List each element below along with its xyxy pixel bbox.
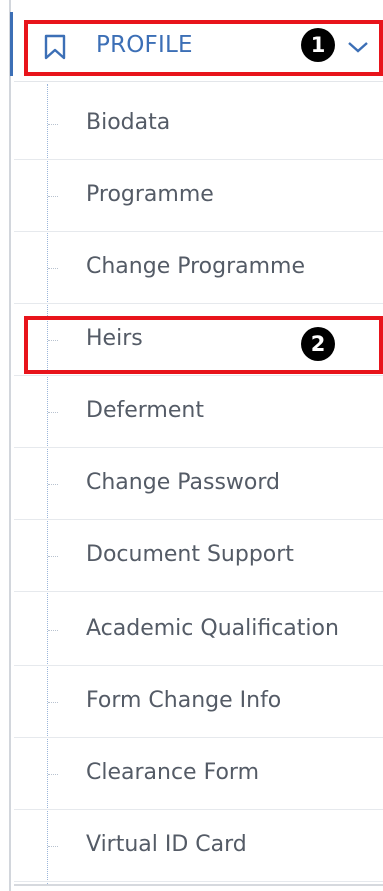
sidebar-menu: PROFILE Biodata Programme Change Program… — [0, 0, 383, 891]
tree-tick — [48, 124, 58, 125]
active-accent-bar — [10, 12, 13, 76]
step-marker-1: 1 — [301, 28, 335, 62]
tree-tick — [48, 846, 58, 847]
menu-item-label: Change Programme — [86, 254, 306, 279]
tree-tick — [48, 412, 58, 413]
menu-item-label: Document Support — [86, 542, 294, 567]
menu-item-biodata[interactable]: Biodata — [14, 88, 383, 160]
menu-item-label: Clearance Form — [86, 760, 260, 785]
sidebar-bottom-divider — [14, 884, 383, 886]
menu-item-virtual-id-card[interactable]: Virtual ID Card — [14, 810, 383, 882]
menu-item-programme[interactable]: Programme — [14, 160, 383, 232]
menu-item-change-programme[interactable]: Change Programme — [14, 232, 383, 304]
menu-item-change-password[interactable]: Change Password — [14, 448, 383, 520]
menu-item-label: Programme — [86, 182, 214, 207]
menu-item-label: Biodata — [86, 110, 171, 135]
menu-item-deferment[interactable]: Deferment — [14, 376, 383, 448]
tree-tick — [48, 268, 58, 269]
menu-item-label: Deferment — [86, 398, 204, 423]
tree-tick — [48, 702, 58, 703]
menu-item-academic-qualification[interactable]: Academic Qualification — [14, 594, 383, 666]
menu-item-label: Academic Qualification — [86, 616, 339, 641]
tree-tick — [48, 556, 58, 557]
sidebar-border — [9, 0, 11, 891]
menu-item-label: Form Change Info — [86, 688, 282, 713]
tree-tick — [48, 774, 58, 775]
menu-item-clearance-form[interactable]: Clearance Form — [14, 738, 383, 810]
step-marker-2: 2 — [301, 327, 335, 361]
tree-tick — [48, 484, 58, 485]
menu-item-form-change-info[interactable]: Form Change Info — [14, 666, 383, 738]
tree-tick — [48, 196, 58, 197]
menu-item-document-support[interactable]: Document Support — [14, 520, 383, 592]
menu-item-label: Virtual ID Card — [86, 832, 247, 857]
tree-tick — [48, 630, 58, 631]
menu-item-label: Change Password — [86, 470, 280, 495]
